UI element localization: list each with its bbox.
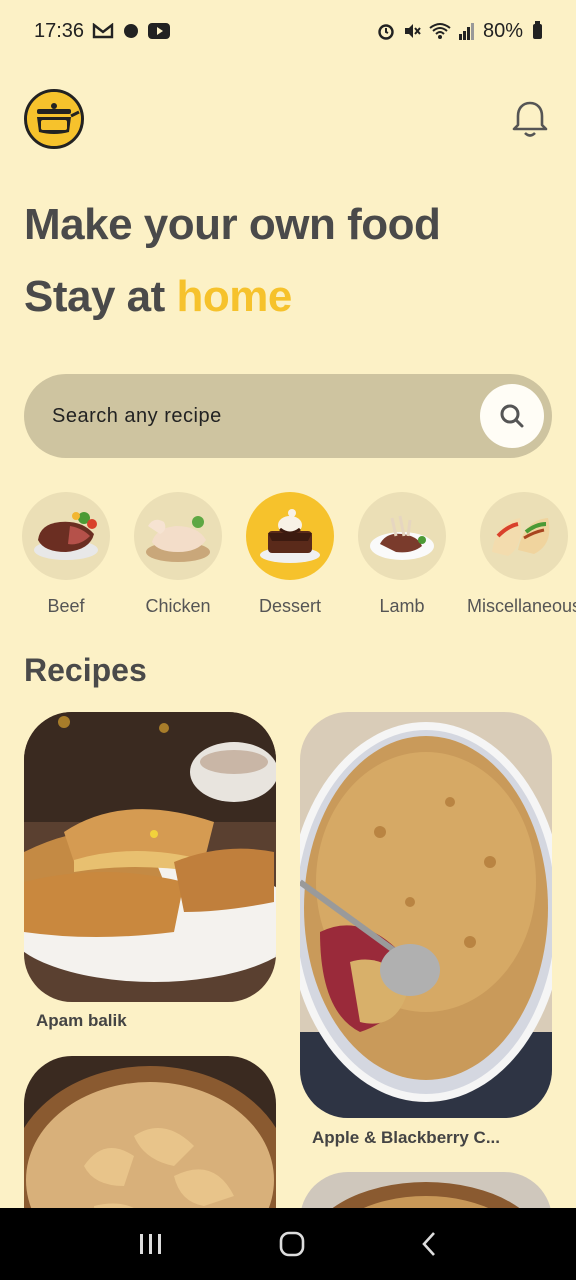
- recipes-heading: Recipes: [24, 652, 147, 688]
- recents-icon[interactable]: [138, 1232, 164, 1256]
- chicken-image: [134, 492, 222, 580]
- search-input[interactable]: Search any recipe: [52, 405, 222, 428]
- apple-blackberry-crumble-image: [300, 712, 552, 1118]
- category-label: Dessert: [258, 596, 321, 616]
- pot-logo-icon[interactable]: [24, 89, 84, 149]
- dessert-image: [246, 492, 334, 580]
- beef-image: [22, 492, 110, 580]
- signal-icon: [458, 23, 474, 40]
- hero-subtitle: Stay at home: [24, 272, 292, 322]
- category-label: Chicken: [145, 596, 211, 616]
- gmail-icon: [92, 23, 114, 39]
- hero-subtitle-accent: home: [176, 272, 293, 321]
- mute-icon: [404, 24, 421, 38]
- category-label: Miscellaneous: [466, 596, 576, 616]
- home-icon[interactable]: [279, 1231, 305, 1257]
- search-button[interactable]: [480, 384, 544, 448]
- miscellaneous-image: [480, 492, 568, 580]
- back-icon[interactable]: [420, 1231, 438, 1257]
- bell-icon[interactable]: [508, 97, 552, 141]
- search-icon: [500, 404, 524, 428]
- lamb-image: [358, 492, 446, 580]
- category-label: Lamb: [379, 596, 425, 616]
- recipe-name: Apam balik: [36, 1011, 127, 1030]
- app-notification-icon: [124, 24, 139, 38]
- system-nav-bar: [0, 1208, 576, 1280]
- recipe-name: Apple & Blackberry C...: [312, 1128, 501, 1147]
- category-beef[interactable]: Beef: [22, 492, 110, 622]
- alarm-icon: [378, 24, 394, 40]
- hero-title: Make your own food: [24, 200, 441, 249]
- wifi-icon: [429, 23, 451, 39]
- status-bar: 17:36 80%: [0, 0, 576, 62]
- recipe-card-apam-balik[interactable]: [24, 712, 276, 1002]
- category-dessert[interactable]: Dessert: [246, 492, 334, 622]
- hero-subtitle-prefix: Stay at: [24, 272, 177, 321]
- header: [24, 88, 552, 150]
- apam-balik-image: [24, 712, 276, 1002]
- category-miscellaneous[interactable]: Miscellaneous: [466, 492, 576, 622]
- youtube-icon: [148, 23, 171, 39]
- search-bar[interactable]: Search any recipe: [24, 374, 552, 458]
- battery-icon: [533, 20, 542, 39]
- category-lamb[interactable]: Lamb: [358, 492, 446, 622]
- battery-percent: 80%: [482, 19, 523, 42]
- category-label: Beef: [47, 596, 85, 616]
- clock: 17:36: [34, 19, 85, 42]
- recipe-card-apple-blackberry[interactable]: [300, 712, 552, 1118]
- category-chicken[interactable]: Chicken: [134, 492, 222, 622]
- category-list: Beef Chicken Dessert Lamb Miscellaneous: [22, 492, 576, 622]
